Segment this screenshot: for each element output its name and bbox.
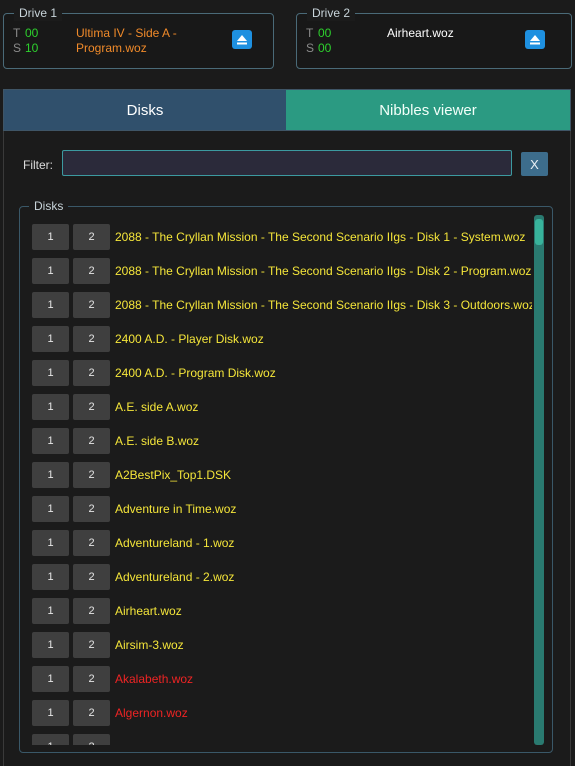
insert-drive-1-button[interactable]: 1 (32, 598, 69, 624)
insert-drive-2-button[interactable]: 2 (73, 462, 110, 488)
insert-drive-1-button[interactable]: 1 (32, 530, 69, 556)
insert-drive-1-button[interactable]: 1 (32, 360, 69, 386)
drive-1-eject-button[interactable] (232, 30, 252, 49)
sector-value: 10 (25, 41, 39, 55)
drive-1-track-sector: T 00 S 10 (13, 26, 38, 56)
disk-file-name: Adventure in Time.woz (115, 502, 237, 516)
drive-1-disk-name: Ultima IV - Side A - Program.woz (76, 26, 177, 55)
disks-legend: Disks (29, 198, 69, 214)
disk-file-name: A.E. side B.woz (115, 434, 200, 448)
disk-list-item[interactable]: 1 2 A.E. side B.woz (32, 428, 532, 454)
disks-group: Disks 1 2 2088 - The Cryllan Mission - The… (19, 198, 553, 753)
track-value: 00 (318, 26, 332, 40)
disk-file-name: A.E. side A.woz (115, 400, 199, 414)
insert-drive-1-button[interactable]: 1 (32, 700, 69, 726)
insert-drive-2-button[interactable]: 2 (73, 394, 110, 420)
insert-drive-1-button[interactable]: 1 (32, 292, 69, 318)
disk-list-item[interactable]: 1 2 A.E. side A.woz (32, 394, 532, 420)
disk-file-name: 2400 A.D. - Program Disk.woz (115, 366, 276, 380)
insert-drive-1-button[interactable]: 1 (32, 734, 69, 745)
disk-file-name: Adventureland - 2.woz (115, 570, 235, 584)
insert-drive-2-button[interactable]: 2 (73, 530, 110, 556)
sector-label: S (306, 41, 315, 55)
insert-drive-2-button[interactable]: 2 (73, 598, 110, 624)
disk-file-name: A2BestPix_Top1.DSK (115, 468, 232, 482)
disk-list-item[interactable]: 1 2 2400 A.D. - Program Disk.woz (32, 360, 532, 386)
disk-list-item[interactable]: 1 2 2088 - The Cryllan Mission - The Secon… (32, 292, 532, 318)
disk-list: 1 2 2088 - The Cryllan Mission - The Secon… (32, 221, 532, 745)
track-label: T (306, 26, 314, 40)
drive-1-legend: Drive 1 (14, 5, 63, 21)
disk-list-scrollbar[interactable] (534, 215, 544, 745)
insert-drive-1-button[interactable]: 1 (32, 564, 69, 590)
tab-content: Filter: X Disks 1 2 2088 - The Cryllan Mis… (3, 131, 571, 766)
tab-nibbles-viewer[interactable]: Nibbles viewer (286, 90, 570, 130)
drive-1-panel: Drive 1 T 00 S 10 Ultima IV - Side A - P… (3, 5, 274, 69)
sector-value: 00 (318, 41, 332, 55)
disk-list-item[interactable]: 1 2 Adventureland - 1.woz (32, 530, 532, 556)
insert-drive-2-button[interactable]: 2 (73, 734, 110, 745)
drive-2-eject-button[interactable] (525, 30, 545, 49)
drive-2-track-sector: T 00 S 00 (306, 26, 331, 56)
disk-file-name: Airheart.woz (115, 604, 182, 618)
eject-icon (530, 34, 540, 44)
insert-drive-2-button[interactable]: 2 (73, 224, 110, 250)
disk-list-item[interactable]: 1 2 Adventureland - 2.woz (32, 564, 532, 590)
disk-list-item[interactable]: 12 (32, 734, 532, 745)
insert-drive-1-button[interactable]: 1 (32, 394, 69, 420)
disk-list-item[interactable]: 1 2 Algernon.woz (32, 700, 532, 726)
insert-drive-1-button[interactable]: 1 (32, 326, 69, 352)
insert-drive-2-button[interactable]: 2 (73, 292, 110, 318)
disk-list-item[interactable]: 1 2 2088 - The Cryllan Mission - The Secon… (32, 224, 532, 250)
insert-drive-1-button[interactable]: 1 (32, 666, 69, 692)
disk-list-item[interactable]: 1 2 Airsim-3.woz (32, 632, 532, 658)
filter-label: Filter: (23, 158, 53, 172)
insert-drive-2-button[interactable]: 2 (73, 428, 110, 454)
filter-input[interactable] (62, 150, 512, 176)
insert-drive-2-button[interactable]: 2 (73, 666, 110, 692)
insert-drive-2-button[interactable]: 2 (73, 496, 110, 522)
tab-bar: Disks Nibbles viewer (3, 89, 571, 131)
drive-2-panel: Drive 2 T 00 S 00 Airheart.woz (296, 5, 572, 69)
insert-drive-1-button[interactable]: 1 (32, 258, 69, 284)
scrollbar-thumb[interactable] (535, 219, 543, 245)
insert-drive-2-button[interactable]: 2 (73, 258, 110, 284)
sector-label: S (13, 41, 22, 55)
tab-disks[interactable]: Disks (4, 90, 286, 130)
insert-drive-2-button[interactable]: 2 (73, 700, 110, 726)
disk-file-name: Algernon.woz (115, 706, 188, 720)
filter-clear-button[interactable]: X (521, 152, 548, 176)
insert-drive-2-button[interactable]: 2 (73, 326, 110, 352)
disk-file-name: 2088 - The Cryllan Mission - The Second … (115, 230, 526, 244)
disk-list-item[interactable]: 1 2 Airheart.woz (32, 598, 532, 624)
disk-list-item[interactable]: 1 2 2088 - The Cryllan Mission - The Secon… (32, 258, 532, 284)
insert-drive-1-button[interactable]: 1 (32, 496, 69, 522)
eject-icon (237, 34, 247, 44)
disk-file-name: 2400 A.D. - Player Disk.woz (115, 332, 264, 346)
track-value: 00 (25, 26, 39, 40)
disk-file-name: Airsim-3.woz (115, 638, 184, 652)
insert-drive-2-button[interactable]: 2 (73, 632, 110, 658)
insert-drive-1-button[interactable]: 1 (32, 462, 69, 488)
insert-drive-1-button[interactable]: 1 (32, 428, 69, 454)
disk-list-item[interactable]: 1 2 Adventure in Time.woz (32, 496, 532, 522)
disk-list-item[interactable]: 1 2 A2BestPix_Top1.DSK (32, 462, 532, 488)
insert-drive-2-button[interactable]: 2 (73, 564, 110, 590)
disk-list-item[interactable]: 1 2 2400 A.D. - Player Disk.woz (32, 326, 532, 352)
disk-file-name: Akalabeth.woz (115, 672, 194, 686)
insert-drive-2-button[interactable]: 2 (73, 360, 110, 386)
disk-file-name: Adventureland - 1.woz (115, 536, 235, 550)
track-label: T (13, 26, 21, 40)
insert-drive-1-button[interactable]: 1 (32, 224, 69, 250)
drive-2-legend: Drive 2 (307, 5, 356, 21)
disk-list-item[interactable]: 1 2 Akalabeth.woz (32, 666, 532, 692)
insert-drive-1-button[interactable]: 1 (32, 632, 69, 658)
disk-file-name: 2088 - The Cryllan Mission - The Second … (115, 298, 532, 312)
disk-file-name: 2088 - The Cryllan Mission - The Second … (115, 264, 532, 278)
drive-2-disk-name: Airheart.woz (387, 26, 454, 40)
